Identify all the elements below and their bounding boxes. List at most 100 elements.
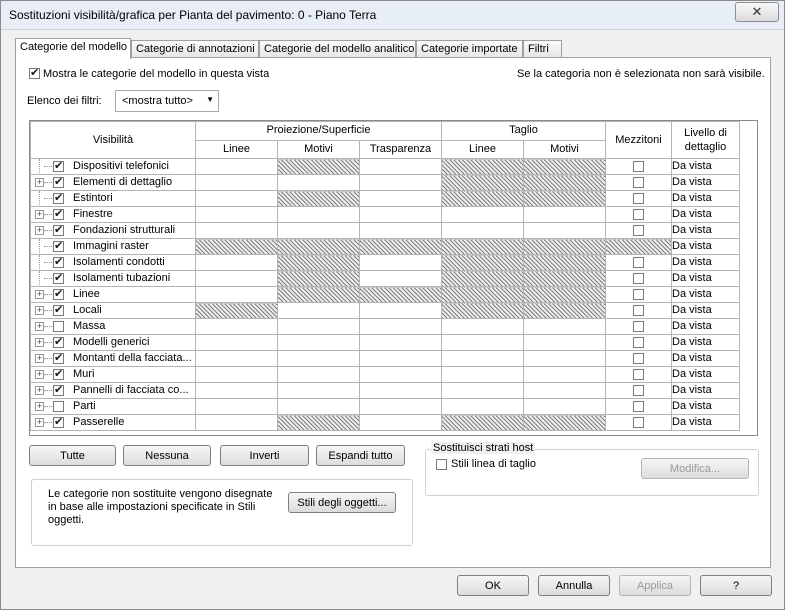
- detail-level-cell[interactable]: Da vista: [671, 334, 740, 351]
- tab-filters[interactable]: Filtri: [523, 40, 562, 57]
- category-name-cell[interactable]: + Locali: [30, 302, 196, 319]
- cut-patterns-cell[interactable]: [523, 398, 606, 415]
- cut-lines-cell[interactable]: [441, 366, 524, 383]
- table-row[interactable]: Immagini raster Da vista: [30, 238, 740, 255]
- projection-lines-cell[interactable]: [195, 318, 278, 335]
- detail-level-cell[interactable]: Da vista: [671, 286, 740, 303]
- halftone-cell[interactable]: [605, 286, 672, 303]
- tab-model-categories[interactable]: Categorie del modello: [15, 38, 131, 59]
- cut-lines-cell[interactable]: [441, 222, 524, 239]
- expand-icon[interactable]: +: [35, 386, 44, 395]
- transparency-cell[interactable]: [359, 414, 442, 431]
- detail-level-cell[interactable]: Da vista: [671, 270, 740, 287]
- projection-lines-cell[interactable]: [195, 206, 278, 223]
- cut-patterns-cell[interactable]: [523, 366, 606, 383]
- halftone-checkbox[interactable]: [633, 416, 644, 428]
- projection-patterns-cell[interactable]: [277, 350, 360, 367]
- category-name-cell[interactable]: Isolamenti tubazioni: [30, 270, 196, 287]
- cut-patterns-cell[interactable]: [523, 318, 606, 335]
- detail-level-cell[interactable]: Da vista: [671, 238, 740, 255]
- halftone-checkbox[interactable]: [633, 352, 644, 364]
- table-row[interactable]: + Modelli generici Da vista: [30, 334, 740, 351]
- halftone-checkbox[interactable]: [633, 272, 644, 284]
- cut-lines-cell[interactable]: [441, 318, 524, 335]
- cut-patterns-cell[interactable]: [523, 334, 606, 351]
- category-name-cell[interactable]: + Parti: [30, 398, 196, 415]
- projection-patterns-cell[interactable]: [277, 366, 360, 383]
- help-button[interactable]: ?: [700, 575, 772, 596]
- cut-lines-cell[interactable]: [441, 398, 524, 415]
- expand-icon[interactable]: +: [35, 418, 44, 427]
- projection-patterns-cell[interactable]: [277, 302, 360, 319]
- table-row[interactable]: + Massa Da vista: [30, 318, 740, 335]
- halftone-checkbox[interactable]: [633, 160, 644, 172]
- category-name-cell[interactable]: + Pannelli di facciata co...: [30, 382, 196, 399]
- halftone-cell[interactable]: [605, 350, 672, 367]
- apply-button[interactable]: Applica: [619, 575, 691, 596]
- projection-patterns-cell[interactable]: [277, 174, 360, 191]
- projection-lines-cell[interactable]: [195, 334, 278, 351]
- halftone-checkbox[interactable]: [633, 384, 644, 396]
- halftone-checkbox[interactable]: [633, 288, 644, 300]
- transparency-cell[interactable]: [359, 206, 442, 223]
- cut-lines-cell[interactable]: [441, 334, 524, 351]
- detail-level-cell[interactable]: Da vista: [671, 254, 740, 271]
- category-name-cell[interactable]: + Muri: [30, 366, 196, 383]
- cut-lines-cell[interactable]: [441, 382, 524, 399]
- category-visibility-checkbox[interactable]: [53, 256, 64, 270]
- projection-patterns-cell[interactable]: [277, 318, 360, 335]
- transparency-cell[interactable]: [359, 254, 442, 271]
- detail-level-cell[interactable]: Da vista: [671, 318, 740, 335]
- category-visibility-checkbox[interactable]: [53, 272, 64, 286]
- detail-level-cell[interactable]: Da vista: [671, 302, 740, 319]
- detail-level-cell[interactable]: Da vista: [671, 366, 740, 383]
- category-visibility-checkbox[interactable]: [53, 192, 64, 206]
- category-visibility-checkbox[interactable]: [53, 368, 64, 382]
- table-row[interactable]: + Passerelle Da vista: [30, 414, 740, 431]
- category-name-cell[interactable]: + Montanti della facciata...: [30, 350, 196, 367]
- detail-level-cell[interactable]: Da vista: [671, 382, 740, 399]
- cut-lines-cell[interactable]: [441, 350, 524, 367]
- table-row[interactable]: + Muri Da vista: [30, 366, 740, 383]
- filter-list-dropdown[interactable]: <mostra tutto> ▼: [115, 90, 219, 112]
- category-name-cell[interactable]: Dispositivi telefonici: [30, 158, 196, 175]
- category-name-cell[interactable]: Isolamenti condotti: [30, 254, 196, 271]
- table-row[interactable]: + Fondazioni strutturali Da vista: [30, 222, 740, 239]
- tab-analytical-model-categories[interactable]: Categorie del modello analitico: [259, 40, 416, 57]
- category-name-cell[interactable]: Estintori: [30, 190, 196, 207]
- category-name-cell[interactable]: + Finestre: [30, 206, 196, 223]
- cut-lines-cell[interactable]: [441, 206, 524, 223]
- category-visibility-checkbox[interactable]: [53, 224, 64, 238]
- halftone-cell[interactable]: [605, 414, 672, 431]
- expand-all-button[interactable]: Espandi tutto: [316, 445, 405, 466]
- table-row[interactable]: + Montanti della facciata... Da vista: [30, 350, 740, 367]
- expand-icon[interactable]: +: [35, 226, 44, 235]
- halftone-cell[interactable]: [605, 190, 672, 207]
- category-name-cell[interactable]: Immagini raster: [30, 238, 196, 255]
- detail-level-cell[interactable]: Da vista: [671, 190, 740, 207]
- expand-icon[interactable]: +: [35, 322, 44, 331]
- table-row[interactable]: + Pannelli di facciata co... Da vista: [30, 382, 740, 399]
- halftone-cell[interactable]: [605, 254, 672, 271]
- table-row[interactable]: Dispositivi telefonici Da vista: [30, 158, 740, 175]
- invert-button[interactable]: Inverti: [220, 445, 309, 466]
- category-name-cell[interactable]: + Fondazioni strutturali: [30, 222, 196, 239]
- halftone-checkbox[interactable]: [633, 336, 644, 348]
- halftone-checkbox[interactable]: [633, 400, 644, 412]
- table-row[interactable]: + Elementi di dettaglio Da vista: [30, 174, 740, 191]
- table-row[interactable]: + Finestre Da vista: [30, 206, 740, 223]
- detail-level-cell[interactable]: Da vista: [671, 414, 740, 431]
- transparency-cell[interactable]: [359, 302, 442, 319]
- projection-lines-cell[interactable]: [195, 382, 278, 399]
- halftone-cell[interactable]: [605, 302, 672, 319]
- halftone-cell[interactable]: [605, 222, 672, 239]
- category-visibility-checkbox[interactable]: [53, 240, 64, 254]
- projection-lines-cell[interactable]: [195, 174, 278, 191]
- transparency-cell[interactable]: [359, 158, 442, 175]
- expand-icon[interactable]: +: [35, 178, 44, 187]
- halftone-checkbox[interactable]: [633, 256, 644, 268]
- table-row[interactable]: Isolamenti tubazioni Da vista: [30, 270, 740, 287]
- projection-lines-cell[interactable]: [195, 414, 278, 431]
- halftone-checkbox[interactable]: [633, 208, 644, 220]
- detail-level-cell[interactable]: Da vista: [671, 206, 740, 223]
